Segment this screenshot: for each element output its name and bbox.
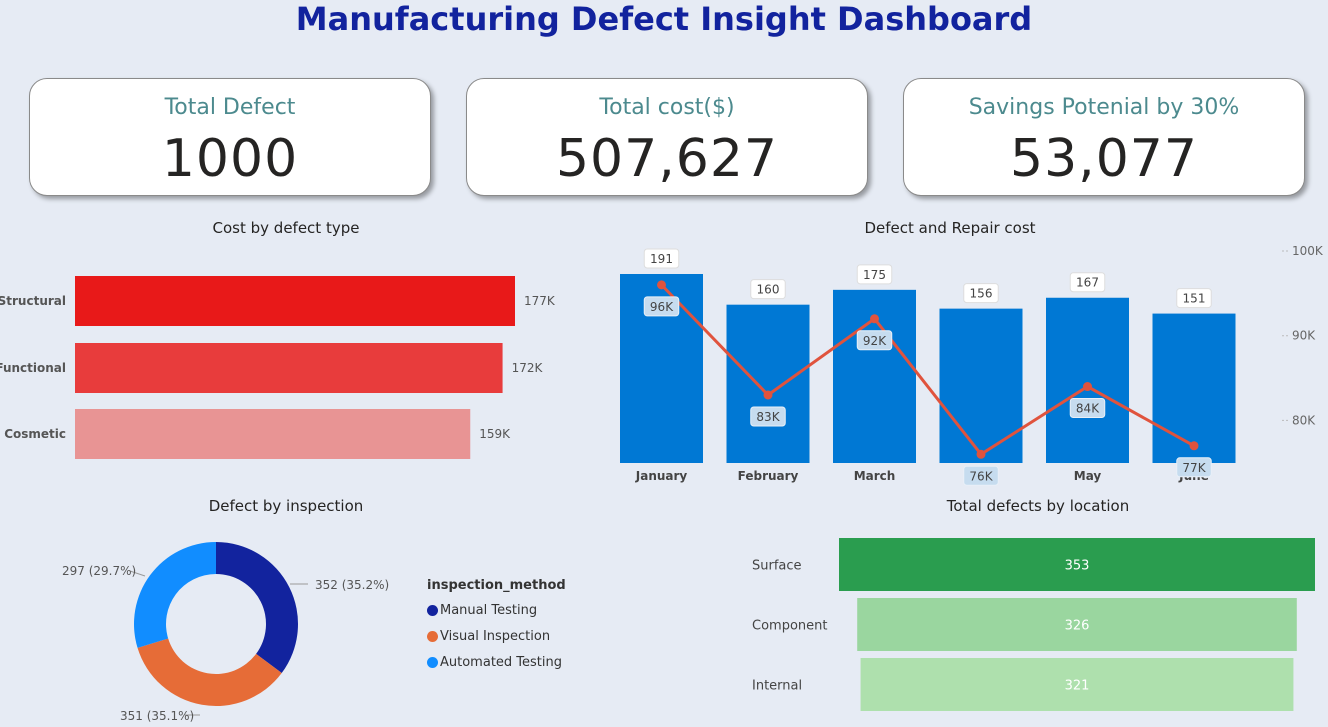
line-data-label: 92K <box>863 334 887 348</box>
bar-may <box>1046 297 1129 463</box>
inspection-legend: inspection_method Manual Testing Visual … <box>427 578 566 675</box>
chart-title-defect-repair-cost: Defect and Repair cost <box>864 219 1036 237</box>
kpi-card-savings-potential[interactable]: Savings Potenial by 30% 53,077 <box>903 78 1305 196</box>
defect-by-inspection-donut[interactable]: 352 (35.2%) 351 (35.1%) 297 (29.7%) <box>0 520 420 727</box>
bar-structural <box>75 276 515 326</box>
chart-title-cost-by-defect-type: Cost by defect type <box>212 219 360 237</box>
kpi-value: 507,627 <box>555 129 779 189</box>
cost-by-defect-type-chart[interactable]: Structural 177K Functional 172K Cosmetic 159K <box>0 240 600 480</box>
legend-dot-icon <box>427 630 438 642</box>
donut-slice-manual-testing <box>216 542 298 674</box>
category-label: Component <box>752 619 827 634</box>
donut-slice-automated-testing <box>134 542 216 648</box>
chart-title-defect-by-inspection: Defect by inspection <box>208 497 364 515</box>
legend-label: Automated Testing <box>440 654 562 670</box>
data-label: 353 <box>1065 559 1090 574</box>
kpi-card-total-defect[interactable]: Total Defect 1000 <box>29 78 431 196</box>
slice-data-label: 297 (29.7%) <box>62 564 136 578</box>
repair-cost-point <box>976 449 986 459</box>
bar-cosmetic <box>75 409 471 459</box>
bar-functional <box>75 343 503 393</box>
legend-item-manual[interactable]: Manual Testing <box>427 597 566 623</box>
data-label: 172K <box>512 361 544 375</box>
line-data-label: 76K <box>969 469 993 483</box>
bar-data-label: 151 <box>1183 292 1206 306</box>
category-label: Structural <box>0 294 66 308</box>
category-label: Internal <box>752 679 802 694</box>
kpi-card-total-cost[interactable]: Total cost($) 507,627 <box>466 78 868 196</box>
x-tick-label: May <box>1074 469 1102 483</box>
kpi-value: 1000 <box>161 129 299 189</box>
legend-dot-icon <box>427 604 438 616</box>
legend-item-automated[interactable]: Automated Testing <box>427 649 566 675</box>
repair-cost-point <box>1189 441 1199 451</box>
x-tick-label: January <box>635 469 688 483</box>
repair-cost-point <box>870 314 879 324</box>
slice-data-label: 351 (35.1%) <box>120 709 194 723</box>
bar-data-label: 175 <box>863 268 886 282</box>
line-data-label: 84K <box>1076 402 1100 416</box>
slice-data-label: 352 (35.2%) <box>315 578 389 592</box>
data-label: 177K <box>524 294 556 308</box>
right-axis-tick-label: 100K <box>1292 244 1324 258</box>
kpi-label: Savings Potenial by 30% <box>968 95 1240 120</box>
kpi-value: 53,077 <box>1010 129 1198 189</box>
dashboard-title: Manufacturing Defect Insight Dashboard <box>295 0 1033 38</box>
legend-label: Visual Inspection <box>440 628 551 644</box>
bar-data-label: 160 <box>757 283 780 297</box>
bar-data-label: 167 <box>1076 276 1099 290</box>
category-label: Cosmetic <box>4 427 66 441</box>
repair-cost-point <box>1083 382 1092 392</box>
category-label: Surface <box>752 559 802 574</box>
bar-data-label: 156 <box>970 287 993 301</box>
data-label: 326 <box>1065 619 1090 634</box>
bar-data-label: 191 <box>650 252 673 266</box>
repair-cost-point <box>657 280 666 290</box>
data-label: 159K <box>479 427 511 441</box>
line-data-label: 96K <box>650 300 674 314</box>
chart-title-defects-by-location: Total defects by location <box>946 497 1130 515</box>
line-data-label: 83K <box>756 410 780 424</box>
right-axis-tick-label: 90K <box>1292 329 1316 343</box>
kpi-label: Total cost($) <box>599 95 735 120</box>
kpi-label: Total Defect <box>164 95 296 120</box>
x-tick-label: February <box>738 469 799 483</box>
repair-cost-point <box>763 390 773 400</box>
legend-item-visual[interactable]: Visual Inspection <box>427 623 566 649</box>
legend-label: Manual Testing <box>440 602 538 618</box>
legend-title: inspection_method <box>427 578 566 593</box>
defect-repair-cost-chart[interactable]: 100K 90K 80K 191 January 160 February 175 March 1… <box>600 240 1328 490</box>
defects-by-location-funnel[interactable]: Surface 353 Component 326 Internal 321 <box>740 525 1328 727</box>
category-label: Functional <box>0 361 66 375</box>
data-label: 321 <box>1065 679 1090 694</box>
legend-dot-icon <box>427 656 438 668</box>
line-data-label: 77K <box>1182 461 1206 475</box>
right-axis-tick-label: 80K <box>1292 413 1316 427</box>
bar-april <box>939 308 1023 463</box>
bar-june <box>1152 313 1236 463</box>
bar-february <box>726 304 810 463</box>
x-tick-label: March <box>854 469 896 483</box>
